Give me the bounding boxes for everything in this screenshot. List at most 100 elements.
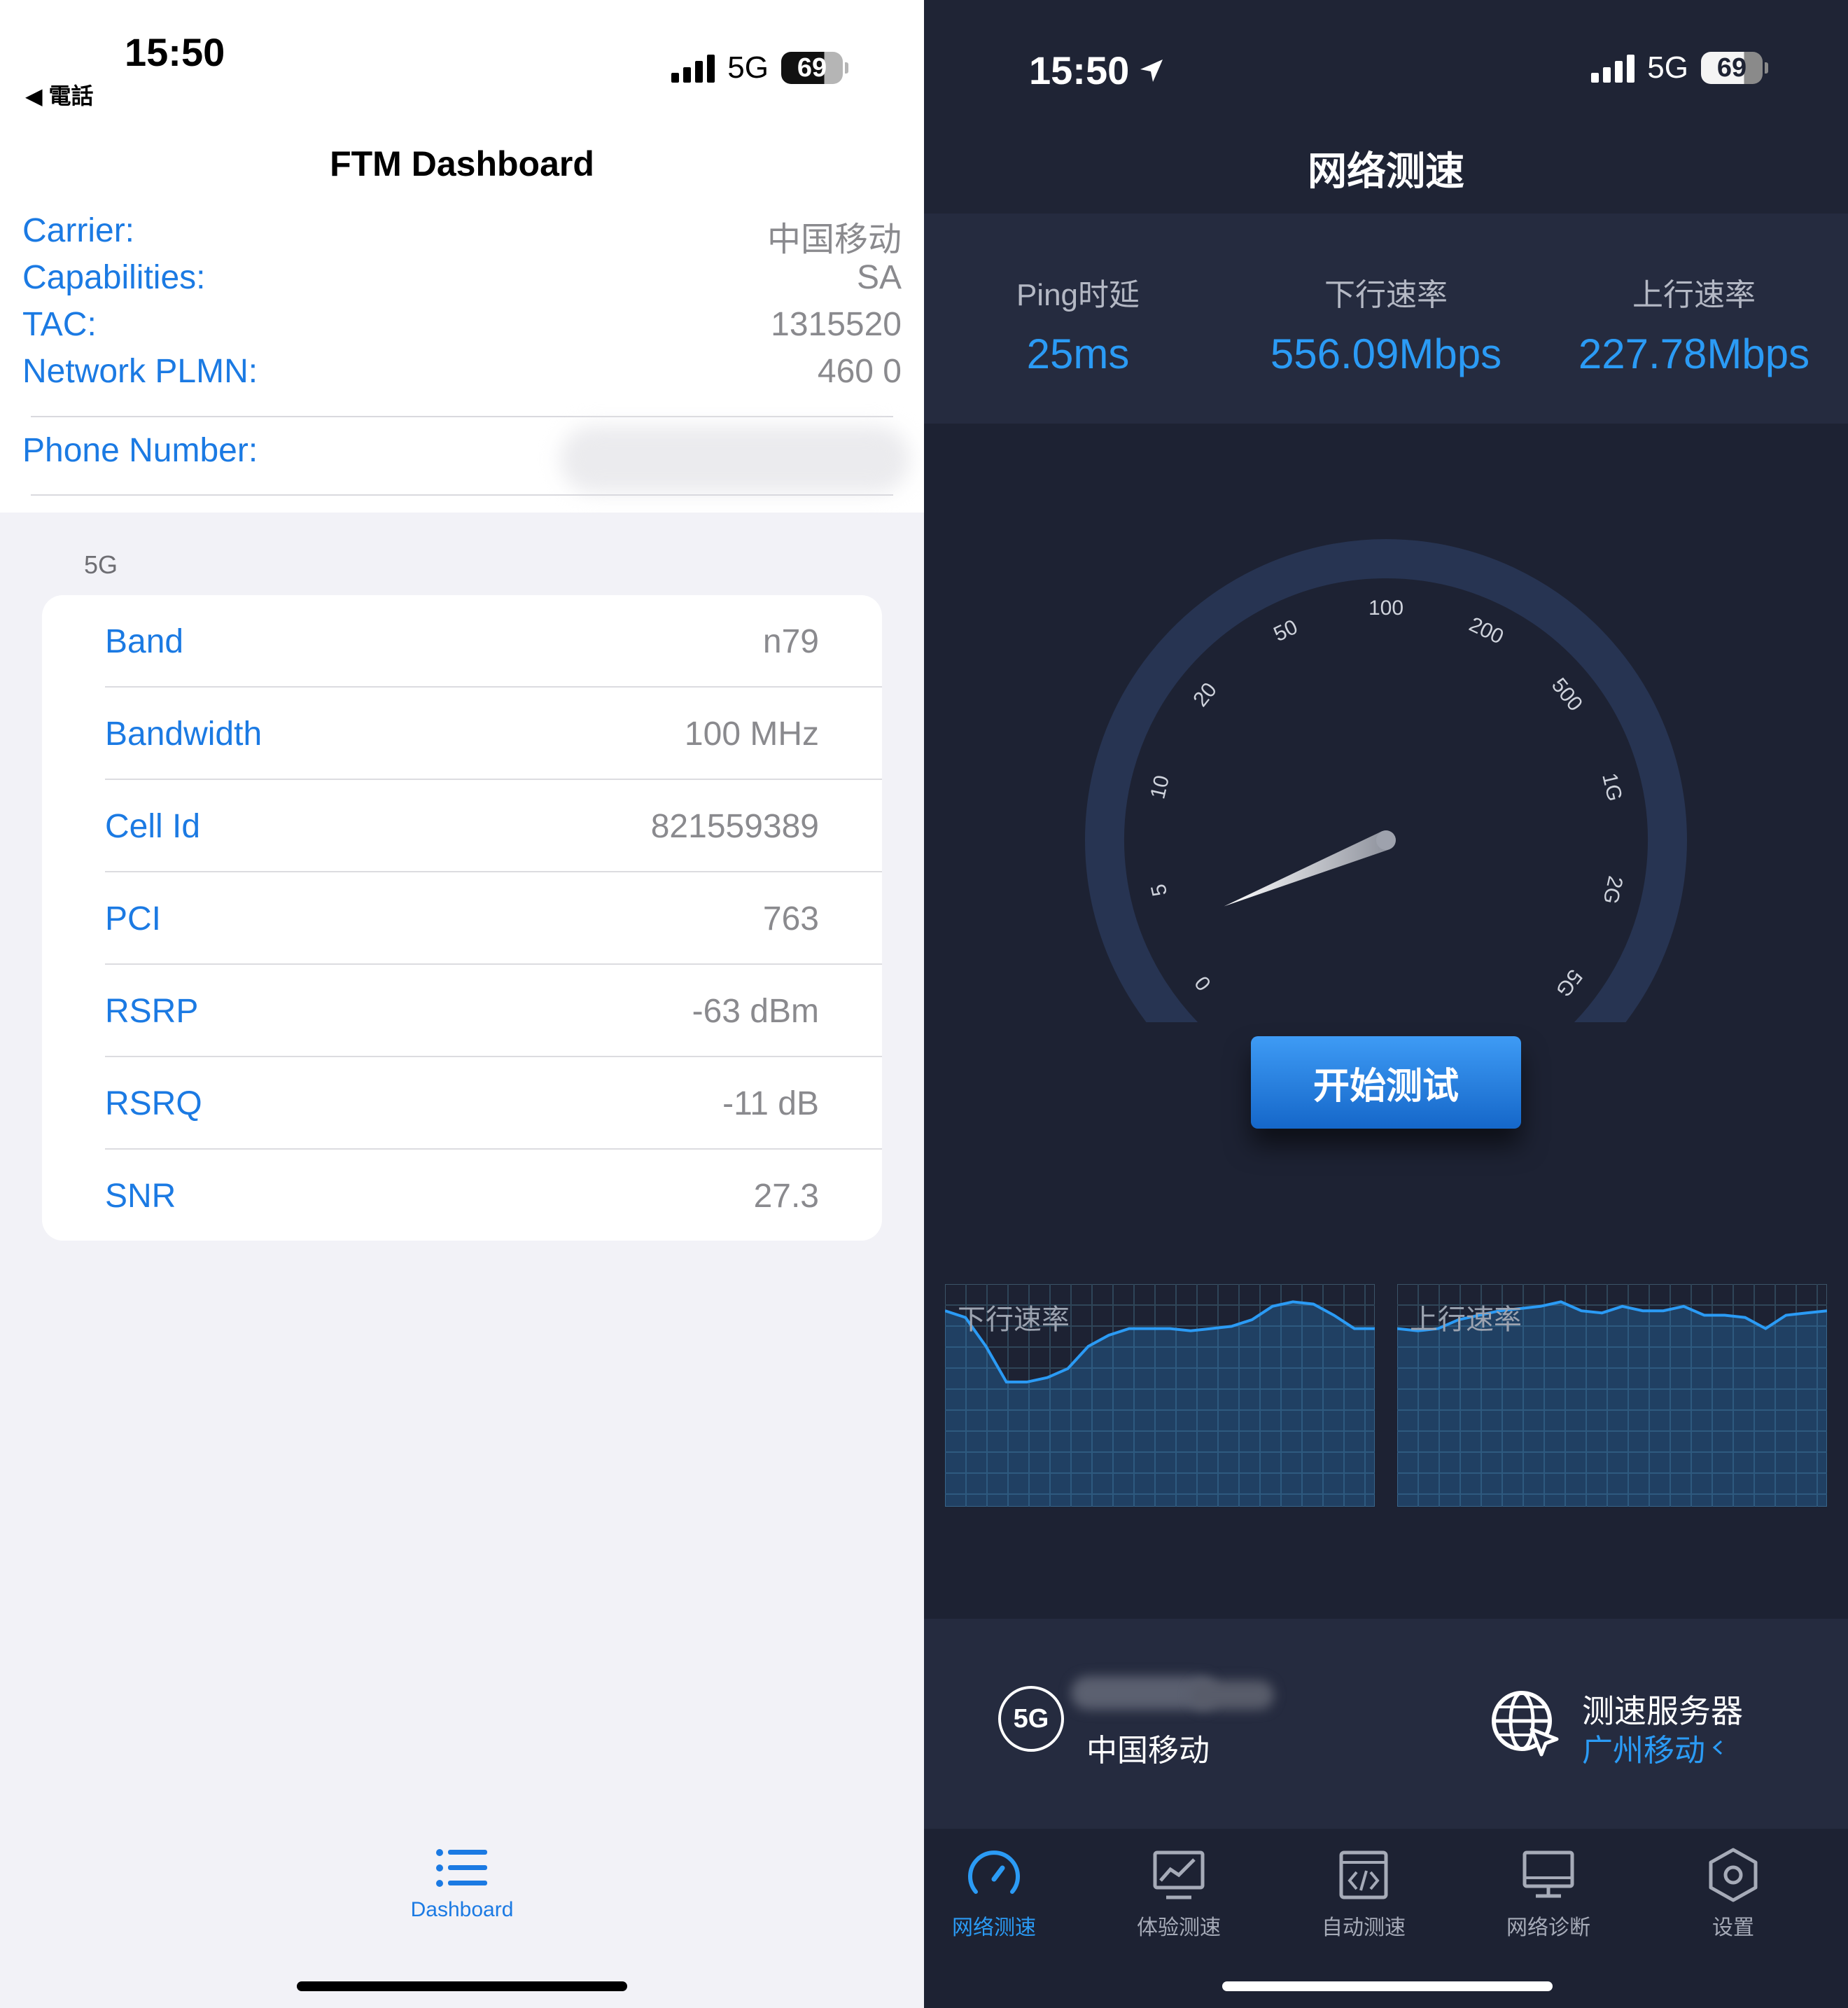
tab-dashboard[interactable]: Dashboard	[392, 1848, 532, 1922]
home-indicator[interactable]	[297, 1981, 627, 1991]
code-window-icon	[1339, 1850, 1388, 1899]
stat-label: 下行速率	[1324, 278, 1448, 312]
stat-label: 上行速率	[1632, 278, 1756, 312]
status-time: 15:50	[125, 30, 225, 74]
gauge-tick-label: 5G	[1551, 965, 1587, 1001]
page-title: FTM Dashboard	[330, 144, 594, 183]
list-icon	[436, 1849, 487, 1887]
speed-gauge: 0 5 10 20 50 100 200 500 1G 2G 5G	[1085, 539, 1687, 1022]
info-row-plmn: Network PLMN: 460 0	[22, 352, 902, 391]
gauge-hub	[1376, 830, 1396, 850]
stat-label: Ping时延	[1016, 278, 1140, 312]
tab-settings[interactable]: 设置	[1663, 1847, 1803, 1941]
gauge-tick-label: 20	[1189, 678, 1222, 711]
connection-info: 5G 中国移动 测速服务器 广州移动	[924, 1619, 1848, 1829]
info-value: 1315520	[771, 306, 902, 343]
info-value: SA	[856, 259, 902, 296]
caret-left-icon	[1712, 1740, 1723, 1755]
speedtest-screen: 15:50 5G 69 网络测速 Ping时延 25ms 下行速率 556.09…	[924, 0, 1848, 2008]
list-item: PCI 763	[105, 872, 819, 965]
5g-info-card: Band n79 Bandwidth 100 MHz Cell Id 82155…	[42, 595, 882, 1241]
5g-badge-icon: 5G	[998, 1686, 1064, 1752]
chart-label: 上行速率	[1410, 1304, 1522, 1335]
chart-label: 下行速率	[958, 1304, 1070, 1335]
gauge-tick-label: 200	[1466, 613, 1507, 648]
divider	[31, 416, 893, 417]
home-indicator[interactable]	[1222, 1981, 1553, 1991]
header: 15:50 5G 69 网络测速	[924, 0, 1848, 214]
speed-stats: Ping时延 25ms 下行速率 556.09Mbps 上行速率 227.78M…	[924, 214, 1848, 424]
list-item: RSRQ -11 dB	[105, 1057, 819, 1150]
list-item: Band n79	[105, 595, 819, 688]
hexagon-gear-icon	[1709, 1848, 1758, 1902]
chart-monitor-icon	[1153, 1850, 1205, 1899]
row-key: Bandwidth	[105, 715, 262, 753]
info-value: 中国移动	[766, 221, 902, 258]
ftm-dashboard-screen: 15:50 ◀ 電話 5G 69 FTM Dashboard Carrier: …	[0, 0, 924, 2008]
stat-ping: Ping时延 25ms	[924, 270, 1232, 378]
row-value: -63 dBm	[692, 992, 819, 1030]
info-key: Phone Number:	[22, 432, 258, 469]
row-key: RSRP	[105, 992, 199, 1030]
server-selector[interactable]: 广州移动	[1582, 1725, 1723, 1770]
tab-experience[interactable]: 体验测速	[1109, 1847, 1249, 1941]
gauge-track	[1085, 539, 1687, 1022]
info-panel: 15:50 ◀ 電話 5G 69 FTM Dashboard Carrier: …	[0, 0, 924, 513]
section-header-5g: 5G	[84, 550, 118, 579]
info-key: Network PLMN:	[22, 353, 258, 390]
speedometer-icon	[968, 1850, 1020, 1894]
location-arrow-icon	[1140, 59, 1163, 82]
row-value: -11 dB	[722, 1085, 819, 1122]
carrier-name: 中国移动	[1086, 1734, 1210, 1768]
tab-label: 网络测速	[952, 1916, 1036, 1939]
battery-icon: 69	[781, 52, 848, 84]
info-key: Capabilities:	[22, 259, 206, 296]
status-indicators: 5G 69	[1591, 50, 1768, 85]
row-key: SNR	[105, 1177, 176, 1215]
info-row-capabilities: Capabilities: SA	[22, 258, 902, 297]
tab-auto-test[interactable]: 自动测速	[1294, 1847, 1434, 1941]
network-type: 5G	[1647, 50, 1688, 85]
globe-cursor-icon[interactable]	[1490, 1689, 1560, 1759]
info-row-tac: TAC: 1315520	[22, 305, 902, 344]
stat-value: 25ms	[1026, 330, 1130, 377]
info-value: 460 0	[817, 353, 902, 390]
redacted-info	[1190, 1680, 1274, 1710]
list-item: RSRP -63 dBm	[105, 965, 819, 1057]
gauge-tick-label: 5	[1147, 882, 1172, 898]
gauge-tick-label: 0	[1191, 971, 1216, 994]
tab-speedtest[interactable]: 网络测速	[924, 1847, 1064, 1941]
status-indicators: 5G 69	[671, 50, 848, 85]
stat-upload: 上行速率 227.78Mbps	[1540, 270, 1848, 378]
back-to-phone-link[interactable]: ◀ 電話	[25, 78, 94, 111]
server-name: 广州移动	[1582, 1734, 1705, 1768]
row-value: 763	[762, 900, 819, 937]
gauge-tick-label: 50	[1270, 615, 1301, 646]
start-test-button[interactable]: 开始测试	[1251, 1036, 1521, 1129]
gauge-tick-label: 1G	[1597, 771, 1626, 804]
gauge-tick-label: 500	[1547, 674, 1587, 716]
gauge-tick-label: 100	[1368, 597, 1404, 620]
signal-icon	[1591, 53, 1635, 83]
row-key: PCI	[105, 900, 162, 937]
divider	[31, 494, 893, 496]
tab-diagnosis[interactable]: 网络诊断	[1478, 1847, 1618, 1941]
list-item: SNR 27.3	[105, 1150, 819, 1242]
network-type: 5G	[727, 50, 769, 85]
time-text: 15:50	[1029, 48, 1130, 92]
stat-download: 下行速率 556.09Mbps	[1232, 270, 1540, 378]
row-value: 821559389	[650, 807, 819, 845]
row-key: Band	[105, 622, 184, 660]
page-title: 网络测速	[1308, 149, 1464, 193]
info-row-carrier: Carrier: 中国移动	[22, 211, 902, 260]
battery-icon: 69	[1701, 52, 1768, 84]
monitor-icon	[1522, 1850, 1574, 1898]
list-item: Cell Id 821559389	[105, 780, 819, 872]
gauge-tick-label: 10	[1146, 773, 1174, 801]
redacted-phone-number	[560, 426, 910, 493]
row-value: n79	[762, 622, 819, 660]
list-item: Bandwidth 100 MHz	[105, 688, 819, 780]
signal-icon	[671, 53, 715, 83]
tab-label: 设置	[1712, 1916, 1754, 1939]
tab-label: 自动测速	[1322, 1916, 1406, 1939]
